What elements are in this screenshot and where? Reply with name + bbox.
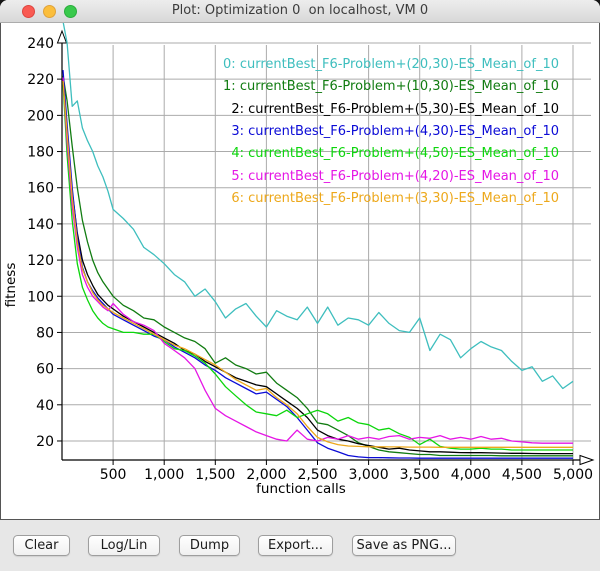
- button-bar: Clear Log/Lin Dump Export... Save as PNG…: [0, 520, 600, 571]
- x-axis-title: function calls: [256, 481, 346, 497]
- x-tick-label: 1,000: [144, 467, 184, 483]
- dump-button[interactable]: Dump: [179, 535, 240, 556]
- x-tick-label: 1,500: [195, 467, 235, 483]
- x-tick-label: 4,500: [502, 467, 542, 483]
- window-title: Plot: Optimization 0 on localhost, VM 0: [0, 3, 600, 18]
- chart-canvas: 20 40 60 80 100 120 140 160 180 200 220 240 500 1,000…: [1, 23, 599, 519]
- x-tick-label: 3,500: [400, 467, 440, 483]
- plot-window: Plot: Optimization 0 on localhost, VM 0 …: [0, 0, 600, 571]
- plot-panel: 20 40 60 80 100 120 140 160 180 200 220 240 500 1,000…: [0, 23, 600, 520]
- y-tick-label: 220: [27, 72, 54, 88]
- y-tick-label: 180: [27, 145, 54, 161]
- x-tick-label: 500: [100, 467, 127, 483]
- y-tick-label: 240: [27, 36, 54, 52]
- y-tick-label: 100: [27, 289, 54, 305]
- export-button[interactable]: Export...: [258, 535, 333, 556]
- y-tick-label: 120: [27, 253, 54, 269]
- log-lin-button[interactable]: Log/Lin: [88, 535, 160, 556]
- y-tick-label: 80: [36, 325, 54, 341]
- clear-button[interactable]: Clear: [13, 535, 70, 556]
- x-axis-arrow-icon: [580, 456, 593, 465]
- y-tick-label: 60: [36, 362, 54, 378]
- y-tick-label: 160: [27, 181, 54, 197]
- y-tick-label: 40: [36, 398, 54, 414]
- y-tick-label: 140: [27, 217, 54, 233]
- y-tick-label: 20: [36, 434, 54, 450]
- x-tick-label: 5,000: [553, 467, 593, 483]
- x-tick-label: 3,000: [349, 467, 389, 483]
- title-bar[interactable]: Plot: Optimization 0 on localhost, VM 0: [0, 0, 600, 23]
- y-axis-title: fitness: [3, 263, 19, 308]
- save-as-png-button[interactable]: Save as PNG...: [352, 535, 456, 556]
- y-tick-label: 200: [27, 108, 54, 124]
- x-tick-label: 4,000: [451, 467, 491, 483]
